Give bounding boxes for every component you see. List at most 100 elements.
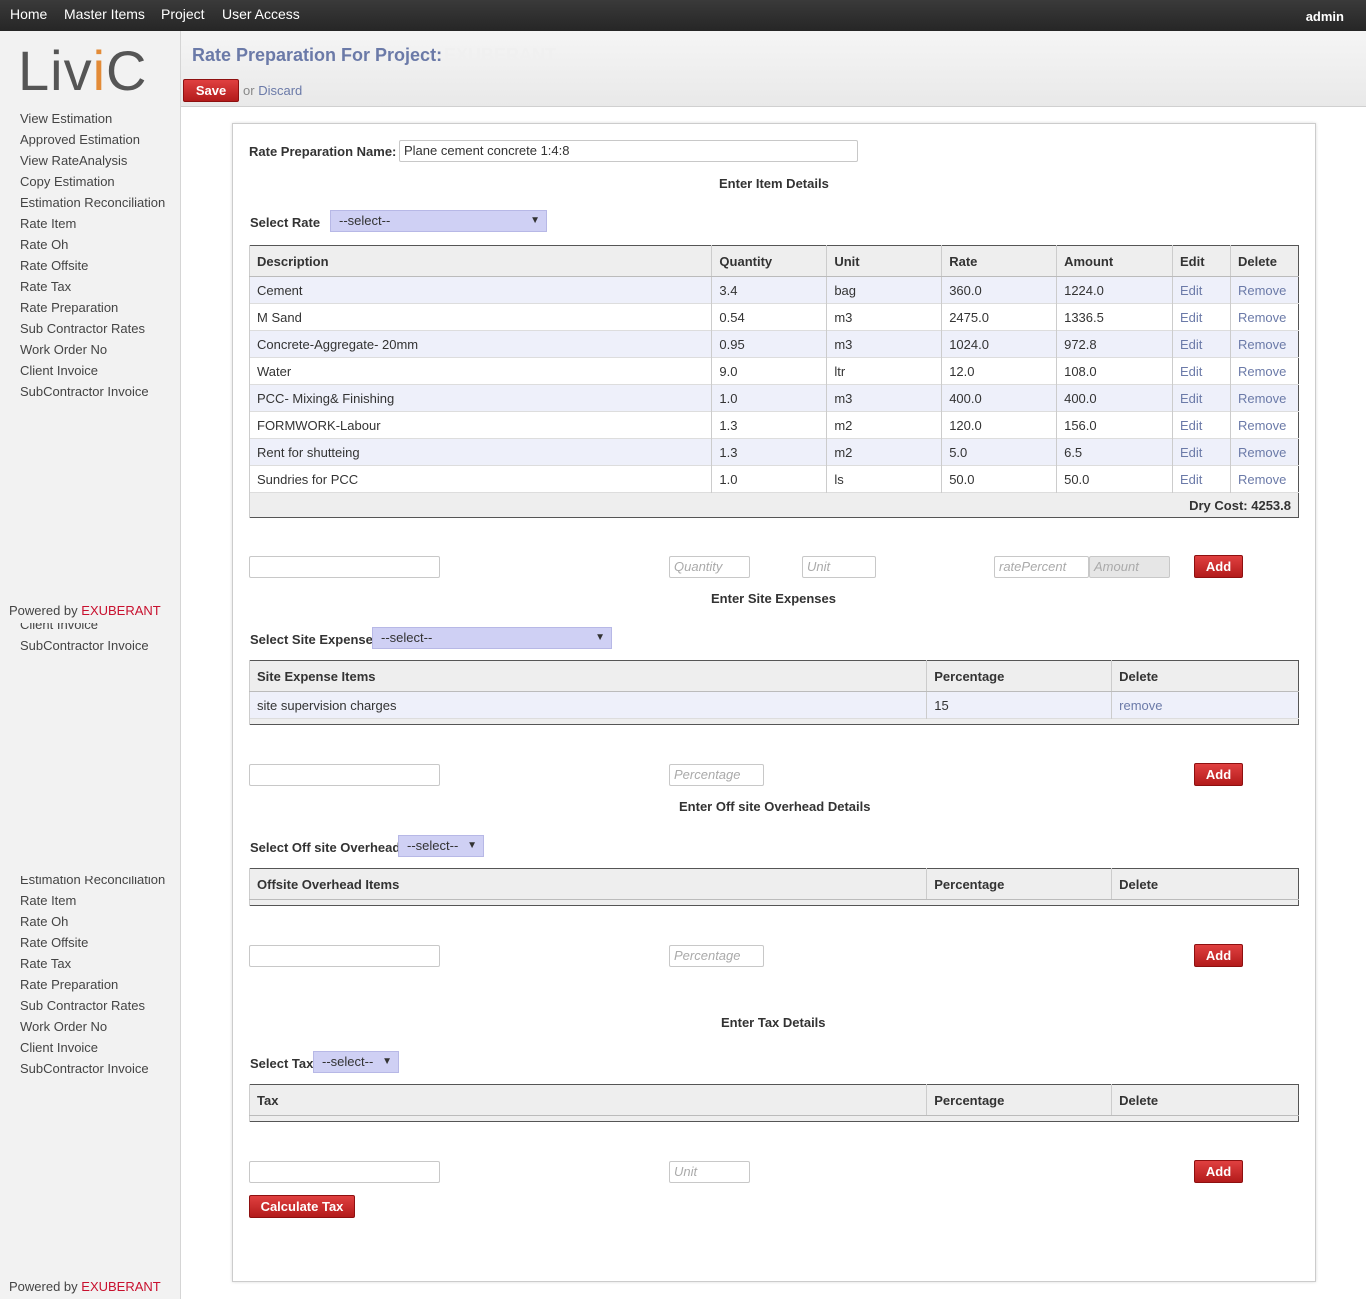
table-row: Concrete-Aggregate- 20mm 0.95 m3 1024.0 972.… [248,330,1299,358]
column-header: Percentage [926,660,1112,692]
site-expense-name-input[interactable] [249,764,440,786]
nav-home[interactable]: Home [10,0,47,28]
table-cell: m2 [826,411,942,439]
discard-group: or Discard [243,83,303,98]
tax-name-input[interactable] [249,1161,440,1183]
offsite-percentage-input[interactable]: Percentage [669,945,764,967]
remove-link[interactable]: Remove [1229,276,1299,304]
item-description-input[interactable] [249,556,440,578]
save-button[interactable]: Save [183,79,239,102]
sidebar-item[interactable]: Rate Oh [20,914,68,930]
table-cell: m3 [826,303,942,331]
column-header: Rate [941,245,1057,277]
sidebar-item[interactable]: Rate Offsite [20,258,88,274]
table-cell: 1336.5 [1056,303,1173,331]
edit-link[interactable]: Edit [1172,465,1231,493]
sidebar-item[interactable]: Rate Item [20,893,76,909]
sidebar-item[interactable]: SubContractor Invoice [20,1061,149,1077]
sidebar-item[interactable]: Estimation Reconciliation [20,195,165,211]
add-tax-button[interactable]: Add [1194,1160,1243,1183]
select-tax-dropdown[interactable]: --select-- ▼ [313,1051,399,1073]
nav-project[interactable]: Project [161,0,205,28]
edit-link[interactable]: Edit [1172,330,1231,358]
tax-unit-input[interactable]: Unit [669,1161,750,1183]
table-cell: PCC- Mixing& Finishing [248,384,712,412]
select-rate-dropdown[interactable]: --select-- ▼ [330,210,547,232]
sidebar-item[interactable]: Rate Item [20,216,76,232]
unit-input[interactable]: Unit [802,556,876,578]
sidebar-item[interactable]: Sub Contractor Rates [20,321,145,337]
discard-link[interactable]: Discard [258,83,302,98]
remove-link[interactable]: Remove [1229,384,1299,412]
nav-user-access[interactable]: User Access [222,0,300,28]
table-cell: Water [248,357,712,385]
select-offsite-dropdown[interactable]: --select-- ▼ [398,835,484,857]
nav-master-items[interactable]: Master Items [64,0,145,28]
offsite-overhead-title: Enter Off site Overhead Details [679,799,871,814]
edit-link[interactable]: Edit [1172,384,1231,412]
sidebar-item[interactable]: Rate Tax [20,956,71,972]
edit-link[interactable]: Edit [1172,276,1231,304]
remove-link[interactable]: Remove [1229,438,1299,466]
sidebar-item[interactable]: Rate Tax [20,279,71,295]
user-menu[interactable]: admin [1306,3,1344,31]
table-cell: 1.3 [711,438,827,466]
dry-cost-row: Dry Cost: 4253.8 [249,492,1299,518]
top-nav-bar: Home Master Items Project User Access ad… [0,0,1366,31]
rate-preparation-name-input[interactable]: Plane cement concrete 1:4:8 [399,140,858,162]
add-item-button[interactable]: Add [1194,555,1243,578]
chevron-down-icon: ▼ [467,840,477,851]
table-row: M Sand 0.54 m3 2475.0 1336.5 Edit Remove [248,303,1299,331]
sidebar-item[interactable]: View RateAnalysis [20,153,127,169]
quantity-input[interactable]: Quantity [669,556,750,578]
table-cell: 0.95 [711,330,827,358]
table-cell: 5.0 [941,438,1057,466]
add-offsite-button[interactable]: Add [1194,944,1243,967]
sidebar-item[interactable]: Estimation Reconciliation [20,876,165,888]
sidebar-item[interactable]: Client Invoice [20,1040,98,1056]
column-header: Offsite Overhead Items [248,868,927,900]
table-cell: 3.4 [711,276,827,304]
remove-link[interactable]: Remove [1229,303,1299,331]
sidebar-item[interactable]: Client Invoice [20,623,98,633]
table-row: Rent for shutteing 1.3 m2 5.0 6.5 Edit Remove [248,438,1299,466]
rate-percent-input[interactable]: ratePercent [994,556,1089,578]
sidebar-item[interactable]: SubContractor Invoice [20,638,149,654]
edit-link[interactable]: Edit [1172,303,1231,331]
site-percentage-input[interactable]: Percentage [669,764,764,786]
sidebar-item[interactable]: Work Order No [20,342,107,358]
sidebar-item[interactable]: Rate Offsite [20,935,88,951]
sidebar-item[interactable]: View Estimation [20,111,112,127]
remove-link[interactable]: Remove [1229,465,1299,493]
sidebar-item[interactable]: Rate Preparation [20,300,118,316]
remove-link[interactable]: Remove [1229,357,1299,385]
sidebar-item[interactable]: Sub Contractor Rates [20,998,145,1014]
sidebar-item[interactable]: SubContractor Invoice [20,384,149,400]
sidebar: LiviC View Estimation Approved Estimation… [0,31,181,1299]
table-cell: 1024.0 [941,330,1057,358]
remove-link[interactable]: remove [1111,691,1299,719]
sidebar-item[interactable]: Approved Estimation [20,132,140,148]
edit-link[interactable]: Edit [1172,411,1231,439]
sidebar-item[interactable]: Copy Estimation [20,174,115,190]
add-site-expense-button[interactable]: Add [1194,763,1243,786]
column-header: Amount [1056,245,1173,277]
sidebar-item[interactable]: Rate Oh [20,237,68,253]
remove-link[interactable]: Remove [1229,330,1299,358]
column-header: Delete [1111,1084,1299,1116]
offsite-name-input[interactable] [249,945,440,967]
select-site-expense-dropdown[interactable]: --select-- ▼ [372,627,612,649]
table-row: Water 9.0 ltr 12.0 108.0 Edit Remove [248,357,1299,385]
column-header: Tax [248,1084,927,1116]
calculate-tax-button[interactable]: Calculate Tax [249,1195,355,1218]
table-cell: Cement [248,276,712,304]
sidebar-item[interactable]: Rate Preparation [20,977,118,993]
edit-link[interactable]: Edit [1172,357,1231,385]
edit-link[interactable]: Edit [1172,438,1231,466]
sidebar-item[interactable]: Work Order No [20,1019,107,1035]
remove-link[interactable]: Remove [1229,411,1299,439]
offsite-overhead-table: Offsite Overhead Items Percentage Delete [248,868,1299,906]
chevron-down-icon: ▼ [530,215,540,226]
sidebar-item[interactable]: Client Invoice [20,363,98,379]
table-row: site supervision charges 15 remove [248,691,1299,719]
